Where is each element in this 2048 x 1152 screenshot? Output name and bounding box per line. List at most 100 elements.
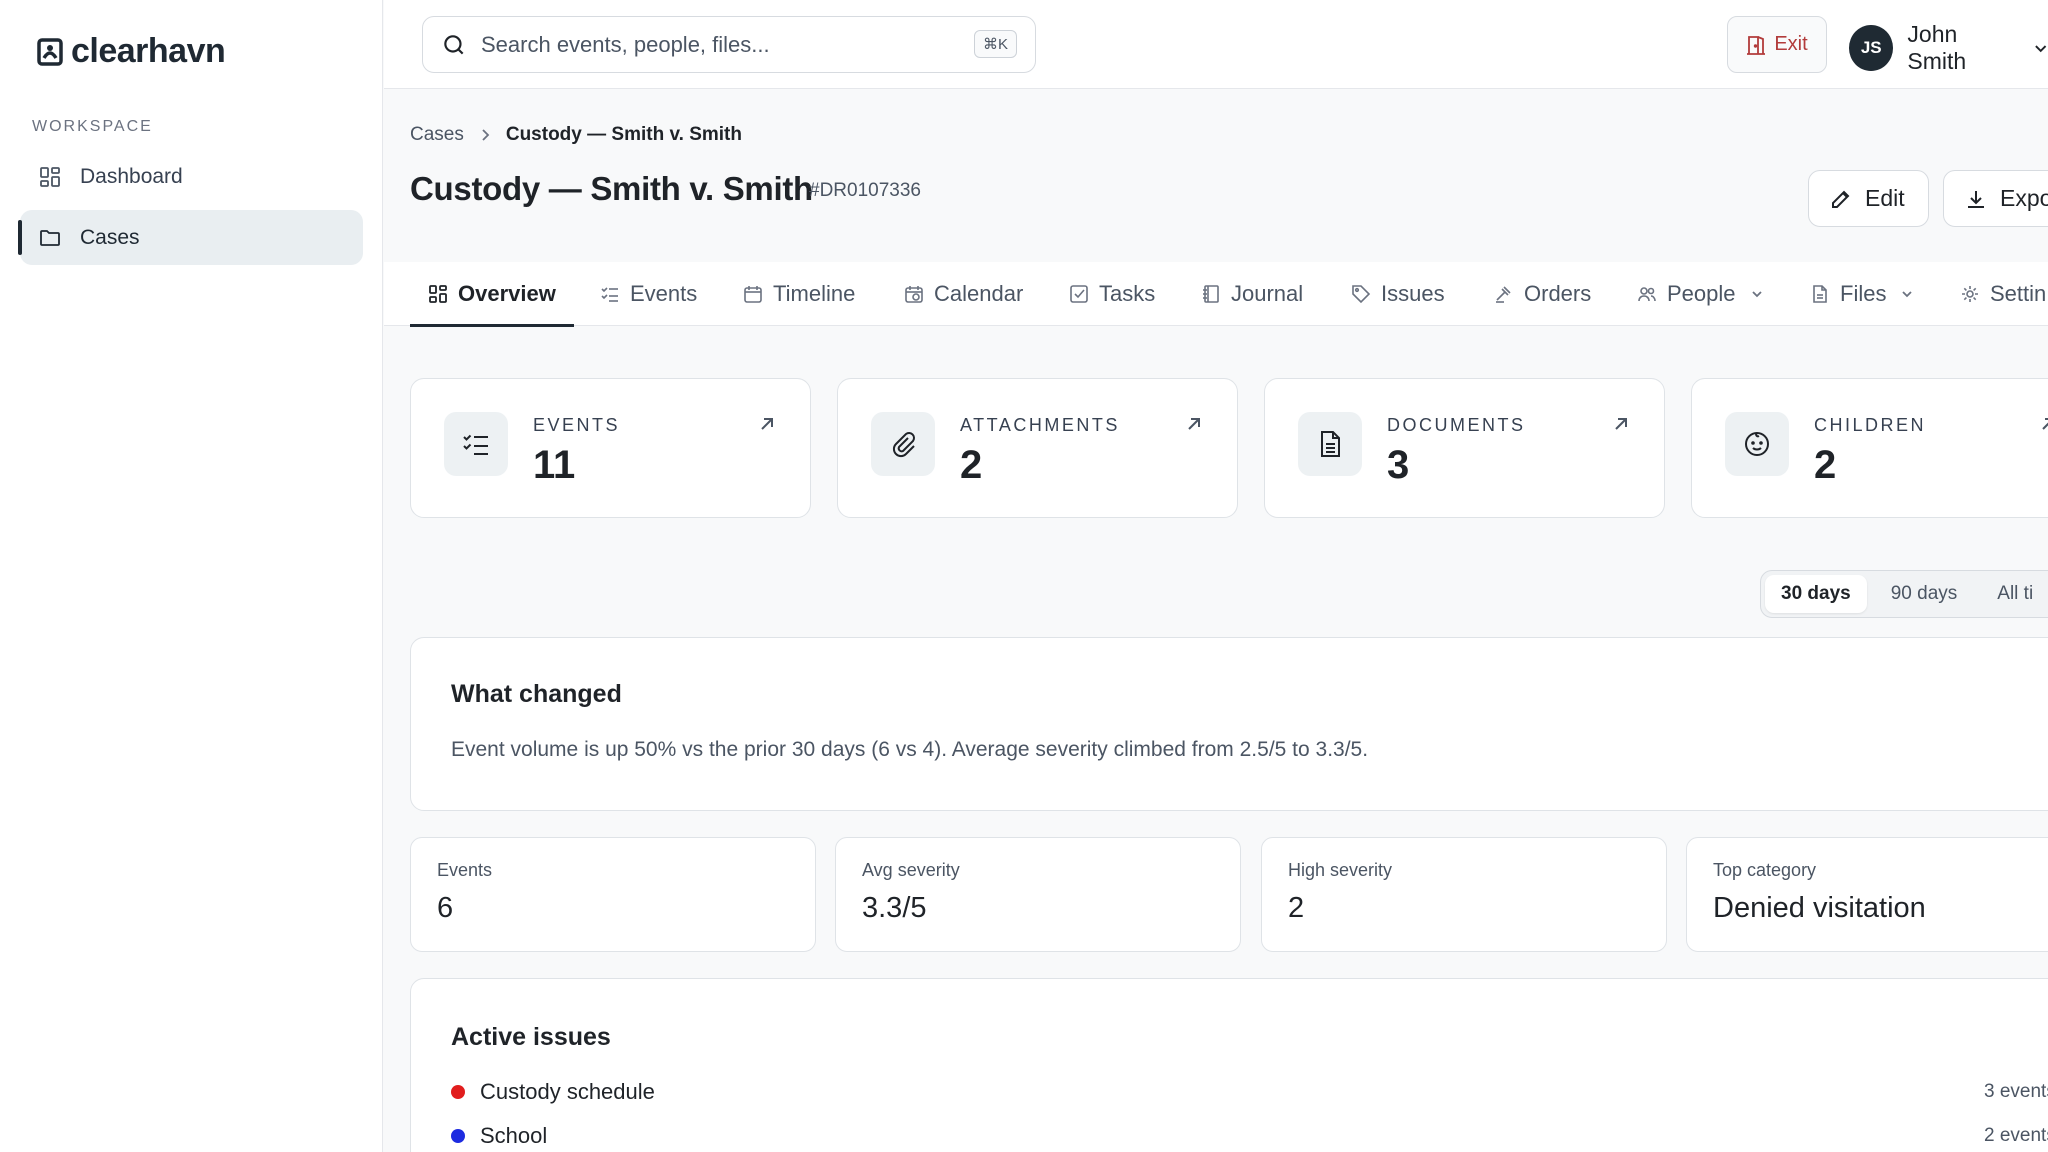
metric-value: 3.3/5: [862, 892, 927, 924]
arrow-up-right-icon[interactable]: [1185, 415, 1203, 433]
sidebar-item-dashboard[interactable]: Dashboard: [20, 149, 363, 204]
top-bar: ⌘K Exit JS John Smith: [384, 0, 2048, 89]
app-name: clearhavn: [71, 32, 226, 70]
list-item[interactable]: Custody schedule 3 events: [451, 1075, 2048, 1109]
door-exit-icon: [1747, 35, 1766, 55]
issue-name: School: [480, 1123, 548, 1148]
tab-orders[interactable]: Orders: [1494, 262, 1591, 326]
stat-icon-box: [871, 412, 935, 476]
notebook-icon: [1203, 285, 1219, 303]
exit-button-label: Exit: [1774, 33, 1808, 55]
active-tab-underline: [410, 324, 574, 327]
workspace-section-label: WORKSPACE: [32, 118, 153, 135]
tab-label: Journal: [1231, 281, 1304, 306]
export-button-label: Expo: [2000, 185, 2048, 211]
stat-icon-box: [1298, 412, 1362, 476]
download-icon: [1968, 190, 1984, 208]
search-box[interactable]: ⌘K: [422, 16, 1036, 73]
search-input[interactable]: [481, 31, 941, 58]
tab-overview[interactable]: Overview: [410, 262, 574, 327]
tab-label: Events: [630, 281, 698, 306]
metric-value: Denied visitation: [1713, 892, 1926, 924]
export-button[interactable]: Expo: [1943, 170, 2048, 227]
exit-button[interactable]: Exit: [1727, 16, 1827, 73]
stat-label: EVENTS: [533, 415, 621, 435]
tab-timeline[interactable]: Timeline: [743, 262, 855, 326]
sidebar-item-cases[interactable]: Cases: [18, 210, 363, 265]
sidebar: clearhavn WORKSPACE Dashboard Cases: [0, 0, 383, 1152]
range-option-30-days[interactable]: 30 days: [1765, 575, 1867, 613]
stat-icon-box: [1725, 412, 1789, 476]
checkbox-icon: [1070, 285, 1088, 303]
list-item[interactable]: School 2 events: [451, 1119, 2048, 1152]
breadcrumb-current: Custody — Smith v. Smith: [505, 124, 742, 145]
stat-card-events[interactable]: EVENTS 11: [410, 378, 811, 518]
what-changed-text: Event volume is up 50% vs the prior 30 d…: [451, 738, 1369, 761]
range-option-90-days[interactable]: 90 days: [1875, 575, 1974, 613]
issue-name: Custody schedule: [480, 1079, 655, 1104]
tab-issues[interactable]: Issues: [1351, 262, 1445, 326]
metric-card-events: Events 6: [410, 837, 816, 952]
user-menu[interactable]: JS John Smith: [1849, 21, 2048, 75]
paperclip-icon: [892, 432, 915, 458]
breadcrumb-link-cases[interactable]: Cases: [410, 124, 464, 146]
tag-icon: [1352, 285, 1371, 304]
stat-value: 2: [1814, 443, 1837, 487]
issue-count: 2 events: [1984, 1125, 2048, 1146]
document-icon: [1321, 431, 1340, 457]
tab-people[interactable]: People: [1637, 262, 1764, 326]
stat-card-documents[interactable]: DOCUMENTS 3: [1264, 378, 1665, 518]
metric-card-avg-severity: Avg severity 3.3/5: [835, 837, 1241, 952]
users-icon: [1638, 287, 1656, 302]
tab-tasks[interactable]: Tasks: [1069, 262, 1155, 326]
tab-label: Timeline: [773, 281, 856, 306]
issue-color-dot: [451, 1129, 465, 1143]
tab-files[interactable]: Files: [1810, 262, 1914, 326]
gear-icon: [1962, 286, 1978, 302]
range-option-all-time[interactable]: All ti: [1981, 575, 2048, 613]
stat-card-children[interactable]: CHILDREN 2: [1691, 378, 2048, 518]
arrow-up-right-icon[interactable]: [1612, 415, 1630, 433]
arrow-up-right-icon[interactable]: [758, 415, 776, 433]
sidebar-item-label: Cases: [80, 225, 140, 249]
stat-label: ATTACHMENTS: [960, 415, 1120, 435]
stat-label: CHILDREN: [1814, 415, 1927, 435]
chevron-right-icon: [482, 129, 490, 141]
edit-button[interactable]: Edit: [1808, 170, 1929, 227]
tab-label: People: [1667, 281, 1736, 306]
case-id: #DR0107336: [809, 180, 921, 201]
time-range-selector: 30 days 90 days All ti: [1760, 570, 2048, 618]
gavel-icon: [1496, 286, 1511, 303]
metric-card-high-severity: High severity 2: [1261, 837, 1667, 952]
tab-label: Files: [1840, 281, 1887, 306]
issue-color-dot: [451, 1085, 465, 1099]
chevron-down-icon: [2034, 45, 2046, 53]
stat-card-attachments[interactable]: ATTACHMENTS 2: [837, 378, 1238, 518]
arrow-up-right-icon[interactable]: [2039, 415, 2048, 433]
calendar-icon: [744, 286, 762, 303]
tab-calendar[interactable]: Calendar: [904, 262, 1023, 326]
stat-value: 3: [1387, 443, 1410, 487]
tab-label: Settin: [1990, 281, 2047, 306]
tab-events[interactable]: Events: [600, 262, 697, 326]
tab-label: Tasks: [1099, 281, 1156, 306]
baby-face-icon: [1745, 432, 1769, 456]
list-check-icon: [601, 287, 618, 302]
avatar: JS: [1849, 25, 1894, 71]
breadcrumb: Cases Custody — Smith v. Smith: [410, 124, 742, 146]
file-icon: [1813, 285, 1827, 303]
stat-value: 2: [960, 443, 983, 487]
tab-settings[interactable]: Settin: [1960, 262, 2046, 326]
chevron-down-icon: [1751, 291, 1762, 298]
chevron-down-icon: [1902, 291, 1913, 298]
issue-count: 3 events: [1984, 1081, 2048, 1102]
metric-label: Top category: [1713, 860, 1817, 880]
search-shortcut-badge: ⌘K: [973, 30, 1017, 58]
metric-label: Avg severity: [862, 860, 960, 880]
sidebar-item-label: Dashboard: [80, 164, 183, 188]
what-changed-panel: What changed Event volume is up 50% vs t…: [410, 637, 2048, 811]
metric-value: 2: [1288, 892, 1305, 924]
active-indicator: [18, 220, 22, 255]
app-logo[interactable]: clearhavn: [37, 32, 226, 71]
tab-journal[interactable]: Journal: [1201, 262, 1303, 326]
